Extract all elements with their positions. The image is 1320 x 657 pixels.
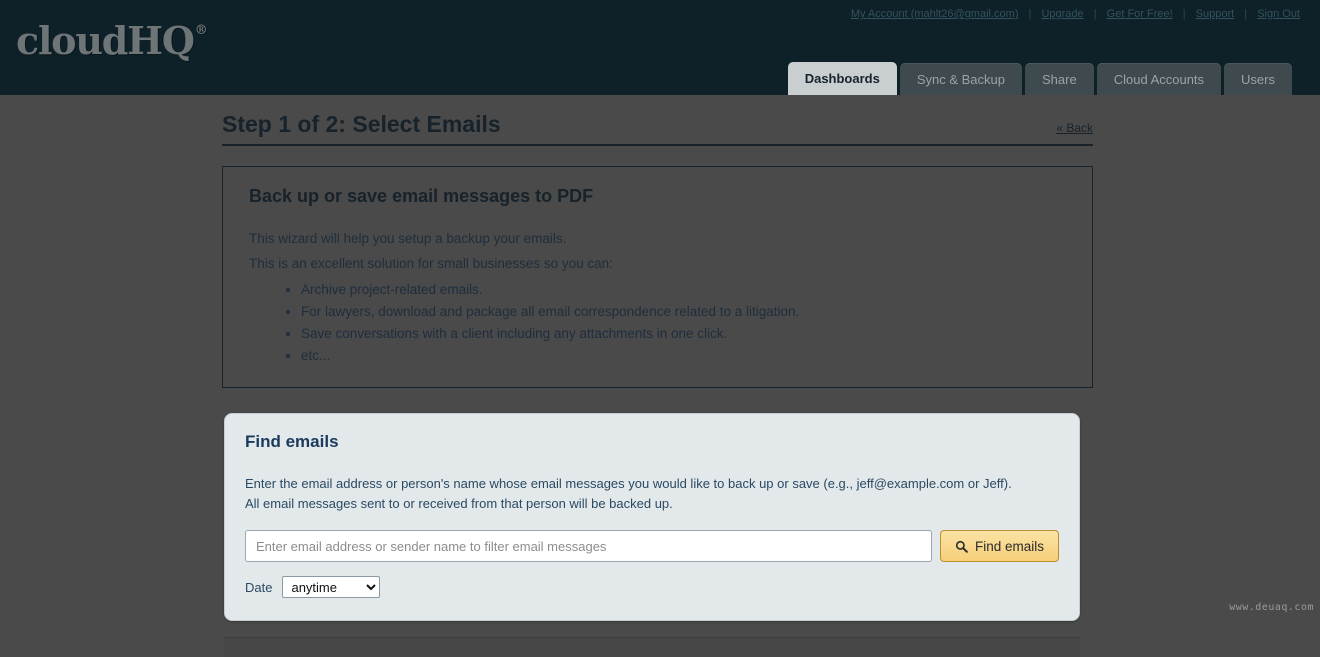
date-filter-row: Date anytimepast daypast weekpast monthp… — [245, 576, 1059, 598]
find-emails-description-line-2: All email messages sent to or received f… — [245, 496, 673, 511]
tab-cloud-accounts[interactable]: Cloud Accounts — [1096, 63, 1222, 95]
link-separator: | — [1244, 8, 1248, 20]
link-separator: | — [1093, 8, 1097, 20]
info-panel: Back up or save email messages to PDF Th… — [222, 166, 1093, 388]
find-emails-button-label: Find emails — [974, 538, 1044, 554]
tab-dashboards[interactable]: Dashboards — [787, 62, 897, 95]
account-links: My Account (mahlt26@gmail.com) | Upgrade… — [851, 8, 1300, 20]
list-item: Archive project-related emails. — [301, 279, 1066, 301]
search-input[interactable] — [245, 530, 932, 562]
my-account-link[interactable]: My Account (mahlt26@gmail.com) — [851, 8, 1019, 20]
get-for-free-link[interactable]: Get For Free! — [1107, 8, 1173, 20]
page-title: Step 1 of 2: Select Emails — [222, 111, 501, 137]
info-paragraph-2: This is an excellent solution for small … — [249, 256, 613, 271]
next-panel-top-edge — [224, 637, 1080, 657]
logo-text: cloudHQ — [16, 18, 195, 63]
site-header: cloudHQ® My Account (mahlt26@gmail.com) … — [0, 0, 1320, 95]
find-emails-panel: Find emails Enter the email address or p… — [224, 413, 1080, 621]
find-emails-description-line-1: Enter the email address or person's name… — [245, 476, 1012, 491]
cloudhq-logo[interactable]: cloudHQ® — [16, 22, 208, 60]
sign-out-link[interactable]: Sign Out — [1257, 8, 1300, 20]
find-emails-button[interactable]: Find emails — [939, 530, 1059, 562]
content-column: Step 1 of 2: Select Emails « Back Back u… — [222, 95, 1093, 657]
find-emails-search-row: Find emails — [245, 530, 1059, 562]
date-label: Date — [245, 579, 273, 595]
registered-trademark-icon: ® — [194, 23, 208, 38]
tab-sync-and-backup[interactable]: Sync & Backup — [899, 63, 1022, 95]
info-bullet-list: Archive project-related emails. For lawy… — [249, 279, 1066, 367]
link-separator: | — [1182, 8, 1186, 20]
page-titlebar: Step 1 of 2: Select Emails « Back — [222, 95, 1093, 146]
info-paragraph-1: This wizard will help you setup a backup… — [249, 231, 567, 246]
tab-users[interactable]: Users — [1224, 63, 1292, 95]
back-link[interactable]: « Back — [1056, 121, 1093, 138]
support-link[interactable]: Support — [1196, 8, 1235, 20]
list-item: Save conversations with a client includi… — [301, 323, 1066, 345]
page-body: Step 1 of 2: Select Emails « Back Back u… — [0, 95, 1320, 657]
upgrade-link[interactable]: Upgrade — [1041, 8, 1083, 20]
date-select[interactable]: anytimepast daypast weekpast monthpast y… — [282, 576, 381, 598]
list-item: etc... — [301, 345, 1066, 367]
watermark: www.deuaq.com — [1221, 599, 1320, 616]
list-item: For lawyers, download and package all em… — [301, 301, 1066, 323]
info-panel-heading: Back up or save email messages to PDF — [249, 186, 594, 206]
link-separator: | — [1028, 8, 1032, 20]
search-icon — [955, 540, 968, 553]
find-emails-heading: Find emails — [245, 432, 339, 451]
tab-share[interactable]: Share — [1025, 63, 1094, 95]
main-navigation-tabs: Dashboards Sync & Backup Share Cloud Acc… — [787, 62, 1292, 95]
